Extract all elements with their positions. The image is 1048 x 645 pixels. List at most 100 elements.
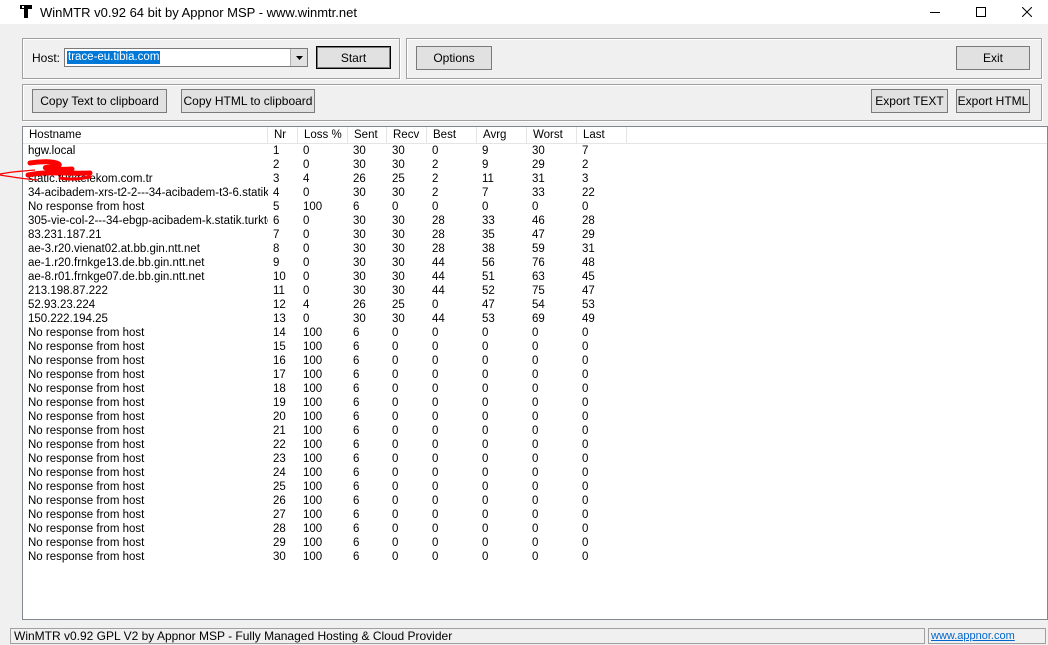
table-cell-recv: 30 (392, 257, 405, 269)
table-cell-last: 0 (582, 383, 589, 395)
table-row[interactable]: 83.231.187.21 7 0 30 30 28 35 47 29 (23, 228, 1047, 242)
table-row[interactable]: No response from host 22 100 6 0 0 0 0 0 (23, 438, 1047, 452)
table-row[interactable]: ae-8.r01.frnkge07.de.bb.gin.ntt.net 10 0 30… (23, 270, 1047, 284)
appnor-link[interactable]: www.appnor.com (931, 630, 1015, 642)
table-row[interactable]: No response from host 25 100 6 0 0 0 0 0 (23, 480, 1047, 494)
host-dropdown-button[interactable] (290, 49, 307, 66)
table-cell-avrg: 9 (482, 159, 489, 171)
column-nr[interactable]: Nr (268, 127, 298, 143)
table-row[interactable]: No response from host 23 100 6 0 0 0 0 0 (23, 452, 1047, 466)
table-cell-recv: 0 (392, 201, 399, 213)
table-row[interactable]: 34-acibadem-xrs-t2-2---34-acibadem-t3-6.… (23, 186, 1047, 200)
table-cell-recv: 0 (392, 425, 399, 437)
table-cell-hostname: No response from host (28, 327, 145, 339)
table-row[interactable]: No response from host 17 100 6 0 0 0 0 0 (23, 368, 1047, 382)
options-button[interactable]: Options (416, 46, 492, 70)
table-cell-worst: 47 (532, 229, 545, 241)
column-sent[interactable]: Sent (348, 127, 387, 143)
column-loss[interactable]: Loss % (298, 127, 348, 143)
table-row[interactable]: 305-vie-col-2---34-ebgp-acibadem-k.stati… (23, 214, 1047, 228)
close-button[interactable] (1004, 0, 1048, 24)
table-row[interactable]: No response from host 18 100 6 0 0 0 0 0 (23, 382, 1047, 396)
host-label: Host: (32, 51, 61, 65)
table-cell-worst: 0 (532, 467, 539, 479)
exit-button[interactable]: Exit (956, 46, 1030, 70)
table-row[interactable]: No response from host 29 100 6 0 0 0 0 0 (23, 536, 1047, 550)
table-cell-hostname: 52.93.23.224 (28, 299, 96, 311)
table-row[interactable]: No response from host 28 100 6 0 0 0 0 0 (23, 522, 1047, 536)
minimize-button[interactable] (912, 0, 958, 24)
table-cell-sent: 30 (353, 313, 366, 325)
table-cell-loss: 0 (303, 313, 310, 325)
table-cell-best: 0 (432, 509, 439, 521)
table-row[interactable]: 150.222.194.25 13 0 30 30 44 53 69 49 (23, 312, 1047, 326)
table-row[interactable]: ae-1.r20.frnkge13.de.bb.gin.ntt.net 9 0 30 3… (23, 256, 1047, 270)
table-cell-sent: 6 (353, 495, 360, 507)
table-cell-recv: 0 (392, 397, 399, 409)
table-cell-recv: 30 (392, 271, 405, 283)
table-cell-best: 0 (432, 327, 439, 339)
table-row[interactable]: static.turktelekom.com.tr 3 4 26 25 2 11 31 3 (23, 172, 1047, 186)
table-row[interactable]: No response from host 5 100 6 0 0 0 0 0 (23, 200, 1047, 214)
table-cell-worst: 63 (532, 271, 545, 283)
table-cell-last: 29 (582, 229, 595, 241)
table-cell-worst: 69 (532, 313, 545, 325)
table-cell-hostname: No response from host (28, 397, 145, 409)
table-row[interactable]: No response from host 26 100 6 0 0 0 0 0 (23, 494, 1047, 508)
table-row[interactable]: No response from host 14 100 6 0 0 0 0 0 (23, 326, 1047, 340)
export-text-button[interactable]: Export TEXT (871, 89, 948, 113)
column-recv[interactable]: Recv (387, 127, 427, 143)
table-cell-recv: 0 (392, 537, 399, 549)
table-row[interactable]: 213.198.87.222 11 0 30 30 44 52 75 47 (23, 284, 1047, 298)
column-best[interactable]: Best (427, 127, 477, 143)
table-row[interactable]: No response from host 30 100 6 0 0 0 0 0 (23, 550, 1047, 564)
table-cell-sent: 6 (353, 355, 360, 367)
table-row[interactable]: ae-3.r20.vienat02.at.bb.gin.ntt.net 8 0 30 3… (23, 242, 1047, 256)
table-cell-worst: 29 (532, 159, 545, 171)
table-cell-hostname: 34-acibadem-xrs-t2-2---34-acibadem-t3-6.… (28, 187, 268, 199)
table-row[interactable]: 2 0 30 30 2 9 29 2 (23, 158, 1047, 172)
table-row[interactable]: No response from host 16 100 6 0 0 0 0 0 (23, 354, 1047, 368)
table-cell-recv: 30 (392, 145, 405, 157)
table-cell-last: 0 (582, 397, 589, 409)
table-cell-nr: 23 (273, 453, 286, 465)
table-cell-hostname: No response from host (28, 369, 145, 381)
table-cell-worst: 0 (532, 327, 539, 339)
table-cell-hostname: No response from host (28, 439, 145, 451)
copy-html-button[interactable]: Copy HTML to clipboard (181, 89, 315, 113)
results-listview[interactable]: Hostname Nr Loss % Sent Recv Best Avrg W… (22, 126, 1048, 620)
table-cell-loss: 100 (303, 425, 323, 437)
column-worst[interactable]: Worst (527, 127, 577, 143)
title-bar[interactable]: WinMTR v0.92 64 bit by Appnor MSP - www.… (0, 0, 1048, 24)
table-cell-best: 0 (432, 397, 439, 409)
table-cell-avrg: 0 (482, 537, 489, 549)
table-row[interactable]: No response from host 20 100 6 0 0 0 0 0 (23, 410, 1047, 424)
table-cell-recv: 0 (392, 453, 399, 465)
start-button[interactable]: Start (316, 46, 391, 69)
table-cell-avrg: 0 (482, 369, 489, 381)
table-row[interactable]: No response from host 19 100 6 0 0 0 0 0 (23, 396, 1047, 410)
column-avrg[interactable]: Avrg (477, 127, 527, 143)
maximize-button[interactable] (958, 0, 1004, 24)
table-cell-nr: 10 (273, 271, 286, 283)
table-row[interactable]: hgw.local 1 0 30 30 0 9 30 7 (23, 144, 1047, 158)
table-row[interactable]: No response from host 21 100 6 0 0 0 0 0 (23, 424, 1047, 438)
table-cell-last: 0 (582, 453, 589, 465)
host-input[interactable]: trace-eu.tibia.com (67, 51, 161, 64)
table-row[interactable]: No response from host 24 100 6 0 0 0 0 0 (23, 466, 1047, 480)
table-cell-last: 3 (582, 173, 589, 185)
copy-text-button[interactable]: Copy Text to clipboard (32, 89, 167, 113)
table-cell-best: 0 (432, 145, 439, 157)
table-cell-best: 0 (432, 369, 439, 381)
table-cell-recv: 25 (392, 299, 405, 311)
column-hostname[interactable]: Hostname (23, 127, 268, 143)
table-row[interactable]: No response from host 15 100 6 0 0 0 0 0 (23, 340, 1047, 354)
host-combobox[interactable]: trace-eu.tibia.com (64, 48, 308, 67)
table-row[interactable]: 52.93.23.224 12 4 26 25 0 47 54 53 (23, 298, 1047, 312)
table-cell-avrg: 7 (482, 187, 489, 199)
table-row[interactable]: No response from host 27 100 6 0 0 0 0 0 (23, 508, 1047, 522)
table-cell-nr: 22 (273, 439, 286, 451)
export-html-button[interactable]: Export HTML (956, 89, 1030, 113)
table-cell-avrg: 0 (482, 509, 489, 521)
column-last[interactable]: Last (577, 127, 627, 143)
